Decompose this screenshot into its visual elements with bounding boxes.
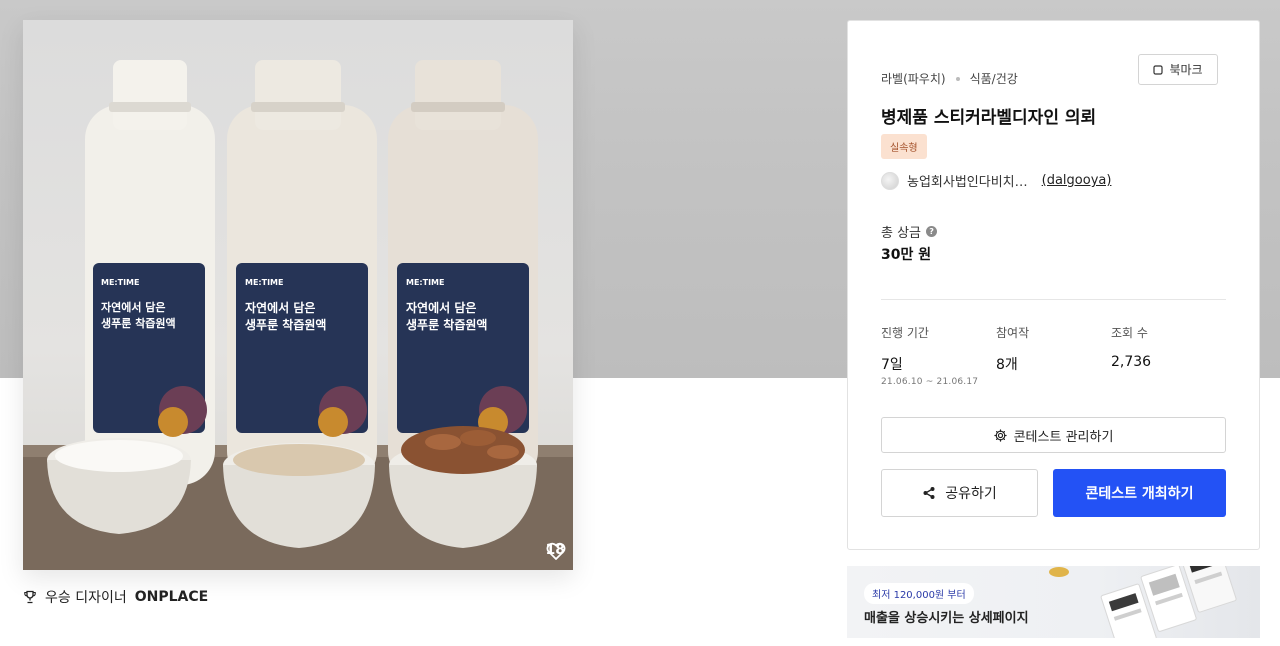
ad-banner[interactable]: 최저 120,000원 부터 매출을 상승시키는 상세페이지 — [847, 566, 1260, 638]
bottle-1-label: ME:TIME 자연에서 담은 생푸룬 착즙원액 — [101, 278, 201, 331]
gear-icon — [993, 428, 1007, 442]
stat-entries: 참여작 8개 — [996, 324, 1029, 374]
bottle-1 — [85, 60, 215, 485]
heart-icon — [546, 542, 565, 560]
ad-illustration — [1049, 566, 1237, 638]
host-name: 농업회사법인다비치… — [907, 175, 1028, 190]
help-icon[interactable]: ? — [926, 226, 938, 237]
winner-name[interactable]: ONPLACE — [135, 589, 208, 605]
bookmark-button[interactable]: 북마크 — [1138, 54, 1218, 85]
manage-contest-label: 콘테스트 관리하기 — [1013, 429, 1114, 445]
prize-label: 총 상금 ? — [881, 222, 938, 241]
stat-value: 7일 — [881, 357, 903, 373]
stat-value: 8개 — [996, 357, 1018, 373]
bottle-label-line2: 생푸룬 착즙원액 — [406, 318, 488, 332]
stat-label: 조회 수 — [1111, 326, 1148, 340]
winner-designer: 우승 디자이너 ONPLACE — [23, 587, 208, 607]
product-image[interactable]: ME:TIME 자연에서 담은 생푸룬 착즙원액 ME:TIME 자연에서 담은… — [23, 20, 573, 570]
bookmark-icon — [1153, 64, 1164, 75]
ad-price-pill: 최저 120,000원 부터 — [864, 583, 974, 604]
trophy-icon — [24, 590, 36, 604]
bottle-label-line1: 자연에서 담은 — [245, 301, 316, 315]
bottle-2 — [227, 60, 377, 485]
bottle-label-line2: 생푸룬 착즙원액 — [101, 317, 176, 330]
divider — [881, 299, 1226, 300]
host-avatar — [881, 171, 899, 190]
ad-headline: 매출을 상승시키는 상세페이지 — [864, 611, 1029, 626]
host-info[interactable]: 농업회사법인다비치… (dalgooya) — [881, 171, 1111, 190]
breadcrumb-separator — [955, 76, 960, 81]
manage-contest-button[interactable]: 콘테스트 관리하기 — [881, 417, 1226, 453]
prize-label-text: 총 상금 — [881, 226, 922, 241]
stat-label: 참여작 — [996, 326, 1030, 340]
like-button[interactable]: 18 — [546, 542, 565, 560]
share-button[interactable]: 공유하기 — [881, 469, 1038, 517]
bottle-brand: ME:TIME — [245, 278, 284, 287]
host-id[interactable]: (dalgooya) — [1042, 173, 1112, 188]
bottle-3 — [388, 60, 538, 485]
winner-prefix: 우승 디자이너 — [45, 590, 127, 606]
share-label: 공유하기 — [945, 486, 997, 502]
stat-label: 진행 기간 — [881, 326, 929, 340]
bottle-brand: ME:TIME — [406, 278, 445, 287]
bottle-label-line1: 자연에서 담은 — [101, 301, 166, 314]
contest-type-badge: 실속형 — [881, 134, 927, 159]
host-contest-label: 콘테스트 개최하기 — [1085, 486, 1194, 502]
stat-value: 2,736 — [1111, 354, 1152, 370]
category-breadcrumb: 라벨(파우치) 식품/건강 — [881, 70, 1018, 87]
category-secondary[interactable]: 식품/건강 — [970, 70, 1018, 87]
contest-info-panel: 라벨(파우치) 식품/건강 북마크 병제품 스티커라벨디자인 의뢰 실속형 농업… — [847, 20, 1260, 550]
bottle-label-line2: 생푸룬 착즙원액 — [245, 318, 327, 332]
stat-date-range: 21.06.10 ~ 21.06.17 — [881, 377, 979, 387]
bottle-brand: ME:TIME — [101, 278, 140, 287]
bookmark-label: 북마크 — [1169, 63, 1203, 77]
prize-value: 30만 원 — [881, 247, 932, 263]
bottle-2-label: ME:TIME 자연에서 담은 생푸룬 착즙원액 — [245, 278, 363, 333]
stat-period: 진행 기간 7일 21.06.10 ~ 21.06.17 — [881, 324, 978, 387]
category-primary[interactable]: 라벨(파우치) — [881, 70, 946, 87]
host-contest-button[interactable]: 콘테스트 개최하기 — [1053, 469, 1226, 517]
bottle-label-line1: 자연에서 담은 — [406, 301, 477, 315]
share-icon — [923, 487, 935, 499]
bottle-3-label: ME:TIME 자연에서 담은 생푸룬 착즙원액 — [406, 278, 524, 333]
contest-title: 병제품 스티커라벨디자인 의뢰 — [881, 108, 1097, 128]
stat-views: 조회 수 2,736 — [1111, 324, 1151, 370]
